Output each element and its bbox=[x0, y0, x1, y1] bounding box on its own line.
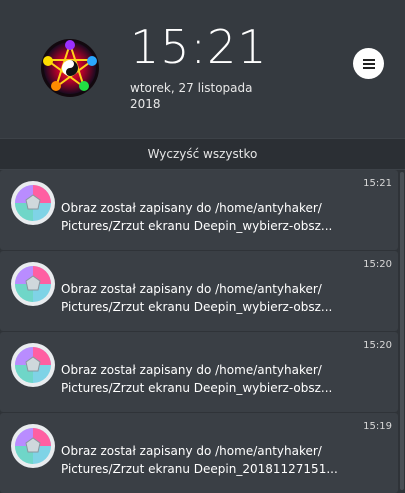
notification-item[interactable]: 15:20 Obraz został zapisany do /home/ant… bbox=[0, 251, 398, 331]
notification-line-2: Pictures/Zrzut ekranu Deepin_wybierz-obs… bbox=[61, 219, 333, 233]
notification-item[interactable]: 15:21 Obraz został zapisany do /home/ant… bbox=[0, 170, 398, 250]
notification-line-1: Obraz został zapisany do /home/antyhaker… bbox=[61, 363, 322, 377]
deepin-screenshot-app-icon bbox=[11, 343, 55, 387]
clock-time: 15:21 bbox=[130, 20, 268, 74]
notification-time: 15:19 bbox=[363, 421, 392, 432]
notification-body: Obraz został zapisany do /home/antyhaker… bbox=[61, 280, 346, 316]
notification-time: 15:21 bbox=[363, 178, 392, 189]
deepin-screenshot-app-icon bbox=[11, 262, 55, 306]
notification-line-2: Pictures/Zrzut ekranu Deepin_20181127151… bbox=[61, 462, 338, 476]
deepin-screenshot-app-icon bbox=[11, 424, 55, 468]
pentagram-avatar-icon[interactable] bbox=[40, 38, 100, 98]
hamburger-menu-icon bbox=[362, 58, 375, 69]
notification-time: 15:20 bbox=[363, 340, 392, 351]
scrollbar[interactable] bbox=[400, 172, 404, 490]
notification-line-1: Obraz został zapisany do /home/antyhaker… bbox=[61, 282, 322, 296]
notification-body: Obraz został zapisany do /home/antyhaker… bbox=[61, 361, 346, 397]
notification-center-header: 15:21 wtorek, 27 listopada 2018 bbox=[0, 0, 405, 138]
deepin-screenshot-app-icon bbox=[11, 181, 55, 225]
menu-button[interactable] bbox=[353, 48, 384, 79]
clock-date: wtorek, 27 listopada 2018 bbox=[130, 81, 253, 111]
notification-body: Obraz został zapisany do /home/antyhaker… bbox=[61, 199, 346, 235]
notification-time: 15:20 bbox=[363, 259, 392, 270]
notification-line-2: Pictures/Zrzut ekranu Deepin_wybierz-obs… bbox=[61, 381, 333, 395]
notification-line-2: Pictures/Zrzut ekranu Deepin_wybierz-obs… bbox=[61, 300, 333, 314]
notification-line-1: Obraz został zapisany do /home/antyhaker… bbox=[61, 201, 322, 215]
clear-all-button[interactable]: Wyczyść wszystko bbox=[0, 138, 405, 170]
notification-item[interactable]: 15:20 Obraz został zapisany do /home/ant… bbox=[0, 332, 398, 412]
notification-line-1: Obraz został zapisany do /home/antyhaker… bbox=[61, 444, 322, 458]
notification-item[interactable]: 15:19 Obraz został zapisany do /home/ant… bbox=[0, 413, 398, 493]
notification-body: Obraz został zapisany do /home/antyhaker… bbox=[61, 442, 346, 478]
